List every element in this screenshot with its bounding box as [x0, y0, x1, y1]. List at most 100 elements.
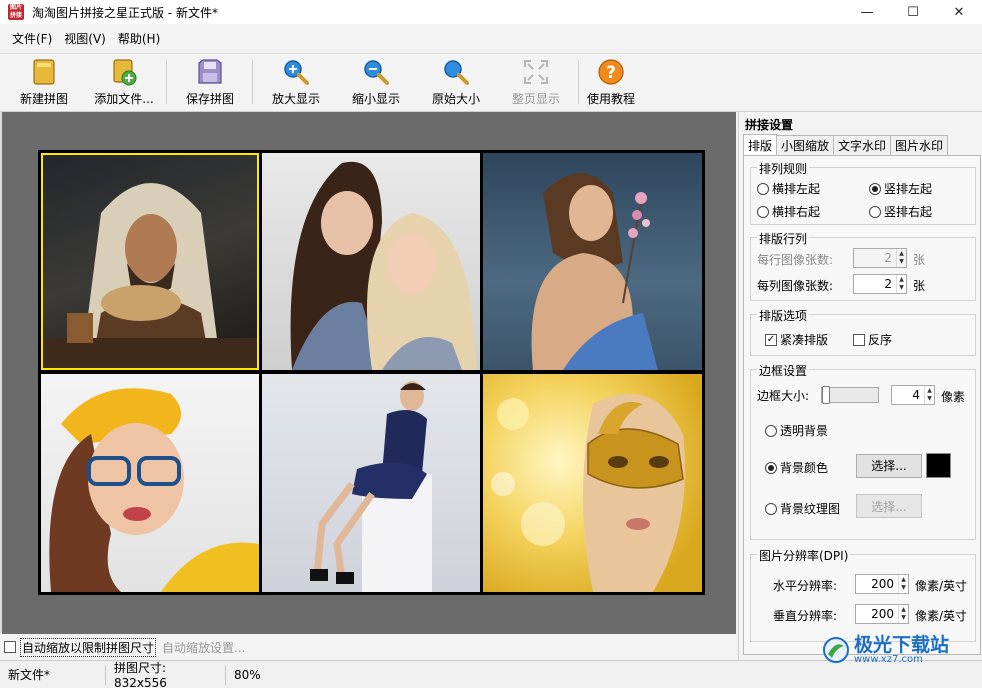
actual-size-icon [442, 58, 470, 86]
radio-transparent-bg[interactable]: 透明背景 [765, 422, 828, 439]
radio-bg-color[interactable]: 背景颜色 [765, 459, 828, 476]
menu-file[interactable]: 文件(F) [6, 30, 58, 47]
tab-layout[interactable]: 排版 [743, 134, 778, 155]
minimize-button[interactable]: — [844, 0, 890, 24]
mosaic-preview[interactable] [38, 150, 705, 595]
toolbar: 新建拼图 添加文件... 保存拼图 放大显示 缩小显示 原始大小 整页显示 ? … [0, 54, 982, 112]
tile-woman-mask[interactable] [483, 374, 702, 592]
bg-color-label: 背景颜色 [780, 461, 829, 475]
choose-color-row: 选择... [856, 453, 951, 478]
tile-man-bread[interactable] [41, 153, 259, 370]
new-mosaic-button[interactable]: 新建拼图 [8, 58, 80, 110]
h-dpi-label: 水平分辨率: [773, 579, 838, 593]
choose-color-button[interactable]: 选择... [856, 453, 922, 478]
auto-scale-checkbox[interactable] [4, 641, 16, 653]
bg-color-swatch[interactable] [926, 453, 951, 478]
radio-horizontal-right[interactable]: 横排右起 [757, 203, 820, 220]
transparent-bg-label: 透明背景 [780, 424, 829, 438]
texture-bg-label: 背景纹理图 [780, 502, 841, 516]
compact-layout-option[interactable]: ✓ 紧凑排版 [765, 331, 828, 348]
menu-view[interactable]: 视图(V) [58, 30, 112, 47]
spinner-arrows-icon[interactable]: ▲ ▼ [896, 249, 906, 267]
radio-texture-bg[interactable]: 背景纹理图 [765, 500, 840, 517]
tutorial-button[interactable]: ? 使用教程 [575, 58, 647, 110]
per-col-value: 2 [884, 277, 892, 291]
tile-woman-sitting[interactable] [262, 374, 480, 592]
spinner-arrows-icon[interactable]: ▲ ▼ [898, 605, 908, 623]
watermark-logo-icon [823, 637, 849, 663]
new-mosaic-icon [30, 58, 58, 86]
radio-horizontal-right-dot[interactable] [757, 205, 769, 218]
radio-vertical-right[interactable]: 竖排右起 [869, 203, 932, 220]
per-col-label: 每列图像张数: [757, 279, 834, 293]
menu-help[interactable]: 帮助(H) [112, 30, 166, 47]
close-button[interactable]: ✕ [936, 0, 982, 24]
tile-two-women[interactable] [262, 153, 480, 370]
radio-texture-dot[interactable] [765, 502, 777, 515]
border-size-label: 边框大小: [757, 389, 810, 403]
border-size-spinner[interactable]: 4 ▲ ▼ [891, 385, 935, 405]
radio-horizontal-left[interactable]: 横排左起 [757, 180, 820, 197]
spinner-arrows-icon[interactable]: ▲ ▼ [896, 275, 906, 293]
v-dpi-label: 垂直分辨率: [773, 609, 838, 623]
tab-text-watermark[interactable]: 文字水印 [833, 135, 892, 155]
tile-woman-glasses[interactable] [41, 374, 259, 592]
svg-text:?: ? [606, 63, 616, 83]
fit-page-label: 整页显示 [511, 92, 560, 106]
layout-options-title: 排版选项 [757, 307, 810, 324]
maximize-button[interactable]: ☐ [890, 0, 936, 24]
fit-page-icon [522, 58, 550, 86]
panel-title: 拼接设置 [745, 118, 794, 132]
reverse-option[interactable]: 反序 [853, 331, 892, 348]
save-mosaic-button[interactable]: 保存拼图 [174, 58, 246, 110]
compact-label: 紧凑排版 [780, 333, 829, 347]
radio-vertical-right-dot[interactable] [869, 205, 881, 218]
radio-bg-color-dot[interactable] [765, 461, 777, 474]
reverse-checkbox[interactable] [853, 333, 865, 346]
watermark-text: 极光下载站 [854, 633, 950, 656]
toolbar-separator [166, 60, 167, 104]
radio-transparent-dot[interactable] [765, 424, 777, 437]
actual-size-button[interactable]: 原始大小 [420, 58, 492, 110]
choose-texture-button[interactable]: 选择... [856, 494, 922, 518]
status-zoom: 80% [234, 667, 261, 682]
radio-vertical-left-label: 竖排左起 [884, 182, 933, 196]
border-group: 边框设置 边框大小: 4 ▲ ▼ 像素 透明背景 背景颜色 选择... 背景纹理图 … [750, 362, 976, 540]
radio-horizontal-right-label: 横排右起 [772, 205, 821, 219]
fit-page-button[interactable]: 整页显示 [500, 58, 572, 110]
settings-tabs: 排版 小图缩放 文字水印 图片水印 [743, 134, 949, 156]
compact-checkbox[interactable]: ✓ [765, 333, 777, 346]
border-size-slider[interactable] [821, 386, 879, 404]
per-row-spinner[interactable]: 2 ▲ ▼ [853, 248, 907, 268]
slider-thumb[interactable] [822, 386, 830, 404]
radio-vertical-left-dot[interactable] [869, 182, 881, 195]
tile-woman-flowers[interactable] [483, 153, 702, 370]
spinner-arrows-icon[interactable]: ▲ ▼ [924, 386, 934, 404]
tab-image-watermark[interactable]: 图片水印 [890, 135, 949, 155]
zoom-in-button[interactable]: 放大显示 [260, 58, 332, 110]
per-row-value: 2 [884, 251, 892, 265]
window-title: 淘淘图片拼接之星正式版 - 新文件* [32, 5, 218, 20]
spinner-arrows-icon[interactable]: ▲ ▼ [898, 575, 908, 593]
choose-texture-row: 选择... [856, 494, 922, 518]
per-row-label: 每行图像张数: [757, 253, 834, 267]
arrangement-title: 排列规则 [757, 160, 810, 177]
zoom-in-label: 放大显示 [271, 92, 320, 106]
radio-horizontal-left-dot[interactable] [757, 182, 769, 195]
zoom-out-button[interactable]: 缩小显示 [340, 58, 412, 110]
v-dpi-spinner[interactable]: 200 ▲ ▼ [855, 604, 909, 624]
arrangement-group: 排列规则 横排左起 竖排左起 横排右起 竖排右起 [750, 160, 976, 225]
status-file: 新文件* [0, 664, 106, 685]
h-dpi-spinner[interactable]: 200 ▲ ▼ [855, 574, 909, 594]
tab-thumbnail-scale[interactable]: 小图缩放 [776, 135, 835, 155]
add-file-label: 添加文件... [94, 92, 154, 106]
add-file-button[interactable]: 添加文件... [88, 58, 160, 110]
app-icon: 图片拼接 [8, 4, 24, 20]
radio-vertical-left[interactable]: 竖排左起 [869, 180, 932, 197]
auto-scale-label[interactable]: 自动缩放以限制拼图尺寸 [20, 637, 157, 657]
per-col-spinner[interactable]: 2 ▲ ▼ [853, 274, 907, 294]
zoom-in-icon [282, 58, 310, 86]
auto-scale-bar: 自动缩放以限制拼图尺寸 自动缩放设置... [0, 634, 736, 660]
auto-scale-settings-link[interactable]: 自动缩放设置... [162, 639, 245, 656]
canvas-area[interactable] [0, 112, 736, 634]
